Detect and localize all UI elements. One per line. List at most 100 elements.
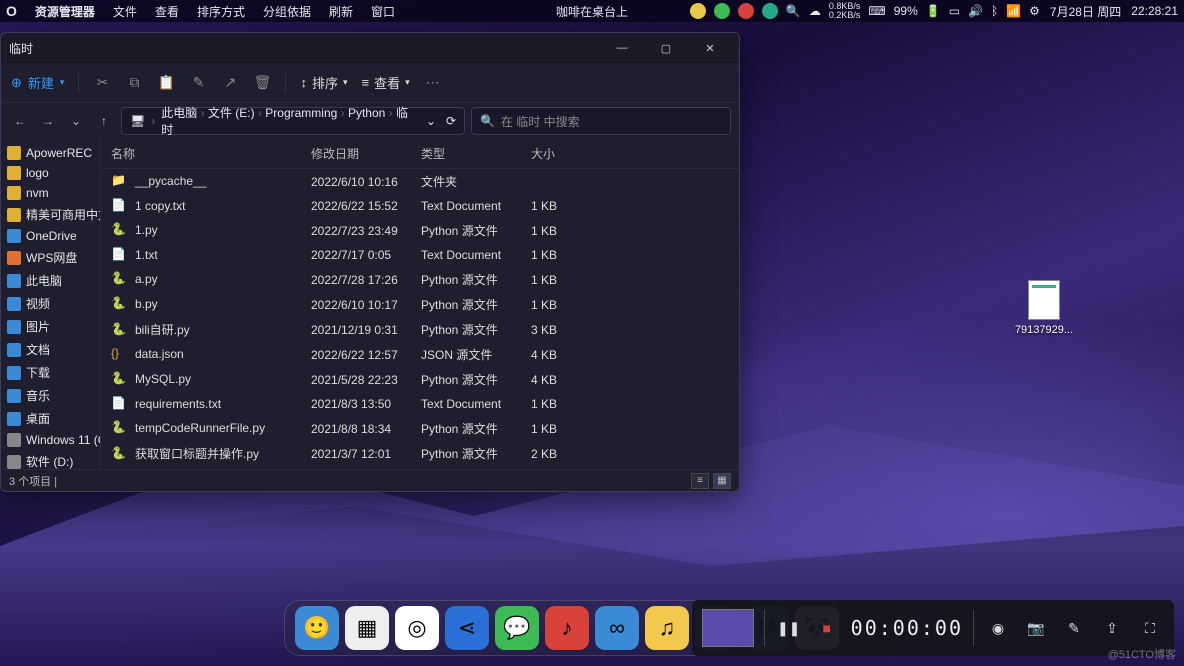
cut-icon[interactable]: ✂ xyxy=(93,74,111,92)
bluetooth-icon[interactable]: ᛒ xyxy=(991,4,998,18)
file-row[interactable]: 🐍bili自研.py 2021/12/19 0:31 Python 源文件 3 … xyxy=(101,317,739,342)
stop-button[interactable]: ■ xyxy=(813,614,841,642)
menu-窗口[interactable]: 窗口 xyxy=(371,5,395,19)
file-row[interactable]: 🐍b.py 2022/6/10 10:17 Python 源文件 1 KB xyxy=(101,292,739,317)
sidebar-item[interactable]: logo xyxy=(1,163,100,183)
col-date[interactable]: 修改日期 xyxy=(301,139,411,169)
col-size[interactable]: 大小 xyxy=(521,139,739,169)
tray-icon-3[interactable] xyxy=(738,3,754,19)
view-icons-toggle[interactable]: ▦ xyxy=(713,473,731,489)
up-button[interactable]: ↑ xyxy=(93,110,115,132)
sidebar-item[interactable]: 软件 (D:) xyxy=(1,450,100,469)
tray-icon-4[interactable] xyxy=(762,3,778,19)
date-text[interactable]: 7月28日 周四 xyxy=(1050,3,1121,20)
breadcrumb-dropdown-icon[interactable]: ⌄ xyxy=(426,114,436,128)
minimize-button[interactable]: — xyxy=(601,34,643,62)
share-icon[interactable]: ↗ xyxy=(221,74,239,92)
cloud-icon[interactable]: ☁ xyxy=(809,4,821,18)
dock-app-chrome[interactable]: ◎ xyxy=(395,606,439,650)
col-type[interactable]: 类型 xyxy=(411,139,521,169)
annotate-icon[interactable]: ✎ xyxy=(1060,614,1088,642)
file-row[interactable]: 📄1 copy.txt 2022/6/22 15:52 Text Documen… xyxy=(101,194,739,218)
menu-查看[interactable]: 查看 xyxy=(155,5,179,19)
sidebar-item[interactable]: Windows 11 (C xyxy=(1,430,100,450)
wifi-icon[interactable]: 📶 xyxy=(1006,4,1021,18)
file-row[interactable]: 🐍获取窗口标题并操作.py 2021/3/7 12:01 Python 源文件 … xyxy=(101,441,739,466)
file-row[interactable]: 📁__pycache__ 2022/6/10 10:16 文件夹 xyxy=(101,169,739,195)
delete-icon[interactable]: 🗑 xyxy=(253,74,271,92)
sidebar-item[interactable]: 音乐 xyxy=(1,384,100,407)
menu-分组依据[interactable]: 分组依据 xyxy=(263,5,311,19)
file-list[interactable]: 名称 修改日期 类型 大小 📁__pycache__ 2022/6/10 10:… xyxy=(101,139,739,469)
more-icon[interactable]: ⋯ xyxy=(424,74,442,92)
menu-排序方式[interactable]: 排序方式 xyxy=(197,5,245,19)
pause-button[interactable]: ❚❚ xyxy=(775,614,803,642)
keyboard-icon[interactable]: ⌨ xyxy=(868,4,885,18)
sidebar-item[interactable]: OneDrive xyxy=(1,226,100,246)
rename-icon[interactable]: ✎ xyxy=(189,74,207,92)
tray-icon-1[interactable] xyxy=(690,3,706,19)
file-row[interactable]: {}data.json 2022/6/22 12:57 JSON 源文件 4 K… xyxy=(101,342,739,367)
battery-icon[interactable]: 🔋 xyxy=(926,4,941,18)
sidebar-item[interactable]: 视频 xyxy=(1,292,100,315)
sidebar-item[interactable]: ApowerREC xyxy=(1,143,100,163)
file-row[interactable]: 📄requirements.txt 2021/8/3 13:50 Text Do… xyxy=(101,392,739,416)
upload-icon[interactable]: ⇪ xyxy=(1098,614,1126,642)
forward-button[interactable]: → xyxy=(37,110,59,132)
expand-icon[interactable]: ⛶ xyxy=(1136,614,1164,642)
copy-icon[interactable]: ⧉ xyxy=(125,74,143,92)
breadcrumb-segment[interactable]: Python xyxy=(348,106,385,120)
dock-app-launchpad[interactable]: ▦ xyxy=(345,606,389,650)
sidebar-item[interactable]: 文档 xyxy=(1,338,100,361)
dock-app-baidu[interactable]: ∞ xyxy=(595,606,639,650)
dock-app-vscode[interactable]: ⋖ xyxy=(445,606,489,650)
recorder-preview[interactable] xyxy=(702,609,754,647)
rec-indicator-icon[interactable]: ◉ xyxy=(984,614,1012,642)
menu-刷新[interactable]: 刷新 xyxy=(329,5,353,19)
close-button[interactable]: ✕ xyxy=(689,34,731,62)
back-button[interactable]: ← xyxy=(9,110,31,132)
sidebar-item[interactable]: 图片 xyxy=(1,315,100,338)
spotlight-icon[interactable]: 🔍 xyxy=(786,4,801,18)
refresh-icon[interactable]: ⟳ xyxy=(446,114,456,128)
sidebar-item[interactable]: 桌面 xyxy=(1,407,100,430)
file-row[interactable]: 🐍a.py 2022/7/28 17:26 Python 源文件 1 KB xyxy=(101,267,739,292)
time-text[interactable]: 22:28:21 xyxy=(1131,4,1178,18)
menu-文件[interactable]: 文件 xyxy=(113,5,137,19)
display-icon[interactable]: ▭ xyxy=(949,4,960,18)
dock-app-finder[interactable]: 🙂 xyxy=(295,606,339,650)
dock-app-netease[interactable]: ♪ xyxy=(545,606,589,650)
camera-icon[interactable]: 📷 xyxy=(1022,614,1050,642)
breadcrumb-segment[interactable]: 此电脑 xyxy=(161,106,197,120)
file-row[interactable]: 🐍tempCodeRunnerFile.py 2021/8/8 18:34 Py… xyxy=(101,416,739,441)
breadcrumb-segment[interactable]: Programming xyxy=(265,106,337,120)
view-button[interactable]: ≡ 查看 ▾ xyxy=(362,73,410,92)
view-details-toggle[interactable]: ≡ xyxy=(691,473,709,489)
control-center-icon[interactable]: ⚙ xyxy=(1029,4,1040,18)
dock-app-qqmusic[interactable]: ♫ xyxy=(645,606,689,650)
breadcrumb[interactable]: 🖥 › 此电脑 › 文件 (E:) › Programming › Python… xyxy=(121,107,465,135)
volume-icon[interactable]: 🔊 xyxy=(968,4,983,18)
sidebar-item[interactable]: WPS网盘 xyxy=(1,246,100,269)
file-row[interactable]: 🐍MySQL.py 2021/5/28 22:23 Python 源文件 4 K… xyxy=(101,367,739,392)
search-box[interactable]: 🔍 在 临时 中搜索 xyxy=(471,107,731,135)
sidebar-item[interactable]: 此电脑 xyxy=(1,269,100,292)
breadcrumb-segment[interactable]: 文件 (E:) xyxy=(208,106,255,120)
app-name[interactable]: 资源管理器 xyxy=(35,3,95,20)
dock-app-wechat[interactable]: 💬 xyxy=(495,606,539,650)
desktop-file-icon[interactable]: 79137929... xyxy=(1004,280,1084,336)
recent-dropdown[interactable]: ⌄ xyxy=(65,110,87,132)
file-row[interactable]: 📄1.txt 2022/7/17 0:05 Text Document 1 KB xyxy=(101,243,739,267)
window-titlebar[interactable]: 临时 — ▢ ✕ xyxy=(1,33,739,63)
maximize-button[interactable]: ▢ xyxy=(645,34,687,62)
new-button[interactable]: ⊕ 新建 ▾ xyxy=(11,73,64,92)
wechat-tray-icon[interactable] xyxy=(714,3,730,19)
file-row[interactable]: 🐍1.py 2022/7/23 23:49 Python 源文件 1 KB xyxy=(101,218,739,243)
sidebar-item[interactable]: 精美可商用中文 xyxy=(1,203,100,226)
sidebar-item[interactable]: 下载 xyxy=(1,361,100,384)
paste-icon[interactable]: 📋 xyxy=(157,74,175,92)
sidebar-item[interactable]: nvm xyxy=(1,183,100,203)
now-playing[interactable]: 咖啡在桌台上 xyxy=(556,3,628,20)
col-name[interactable]: 名称 xyxy=(101,139,301,169)
sort-button[interactable]: ↕ 排序 ▾ xyxy=(300,73,347,92)
